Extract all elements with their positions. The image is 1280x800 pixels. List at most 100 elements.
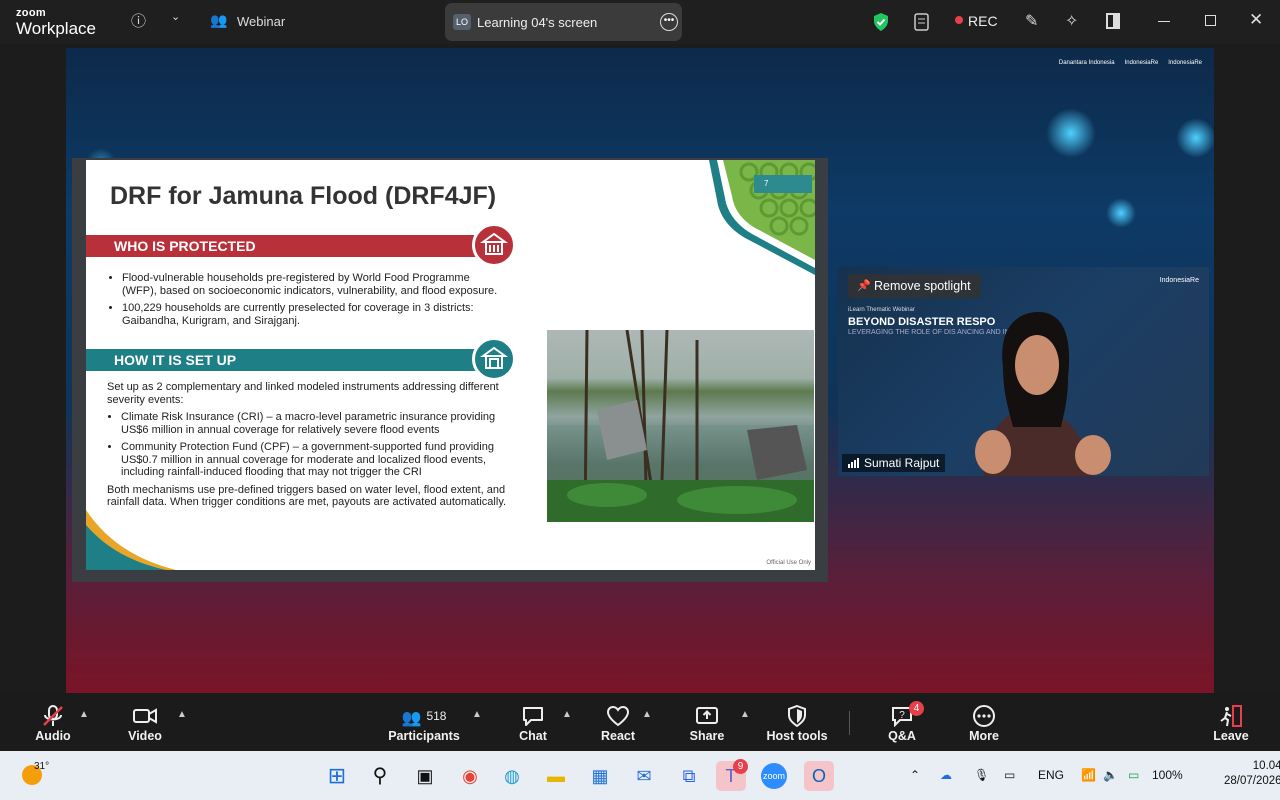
notes-icon[interactable] <box>913 12 931 32</box>
bank-icon <box>472 337 516 381</box>
heart-icon <box>606 705 630 727</box>
title-bar: zoom Workplace ⓘ ⌄ 👥 Webinar LO Learning… <box>0 0 1280 44</box>
brand-line2: Workplace <box>16 19 96 38</box>
video-button[interactable]: Video <box>124 693 166 751</box>
more-icon[interactable]: ••• <box>660 13 678 31</box>
section2-intro: Set up as 2 complementary and linked mod… <box>107 381 499 406</box>
language-indicator[interactable]: ENG <box>1038 768 1064 782</box>
battery-icon[interactable]: ▭ <box>1128 768 1139 782</box>
chat-icon <box>523 707 543 726</box>
pin-icon: 📌 <box>857 280 871 292</box>
pen-icon[interactable]: ✎ <box>1025 11 1038 31</box>
chevron-down-icon[interactable]: ⌄ <box>171 10 180 23</box>
task-view-icon[interactable]: ▣ <box>410 761 440 791</box>
chrome-icon[interactable]: ◉ <box>455 761 485 791</box>
share-title: Learning 04's screen <box>477 15 598 30</box>
leave-button[interactable]: Leave <box>1212 693 1250 751</box>
more-icon <box>973 705 995 727</box>
speaker-video[interactable]: IndonesiaRe iLearn Thematic Webinar BEYO… <box>838 267 1209 476</box>
volume-icon[interactable]: 🔈 <box>1103 768 1118 782</box>
video-options-caret[interactable]: ▲ <box>177 709 187 720</box>
indonesiare-logo: IndonesiaRe <box>1124 60 1159 66</box>
clock-date: 28/07/2026 <box>1224 775 1280 787</box>
shield-icon <box>788 705 806 727</box>
share-screen-icon <box>696 707 718 724</box>
slide-title: DRF for Jamuna Flood (DRF4JF) <box>110 182 497 210</box>
microphone-icon[interactable]: 🎙 <box>974 768 989 782</box>
mail-icon[interactable]: ✉ <box>629 761 659 791</box>
svg-text:?: ? <box>899 710 905 721</box>
more-label: More <box>969 729 999 743</box>
edge-icon[interactable]: ◍ <box>497 761 527 791</box>
corner-swoosh <box>86 510 176 570</box>
brand-line1: zoom <box>16 7 46 19</box>
host-tools-button[interactable]: Host tools <box>764 693 830 751</box>
store-icon[interactable]: ▦ <box>585 761 615 791</box>
video-label: Video <box>128 729 162 743</box>
audio-button[interactable]: Audio <box>30 693 76 751</box>
speaker-name: Sumati Rajput <box>864 456 940 470</box>
remove-spotlight-button[interactable]: 📌 Remove spotlight <box>848 274 981 298</box>
meeting-type-label: Webinar <box>237 14 286 29</box>
battery-level: 100% <box>1152 768 1183 782</box>
video-logo: IndonesiaRe <box>1159 277 1199 284</box>
indonesiare-logo-2: IndonesiaRe <box>1168 60 1202 66</box>
participants-label: Participants <box>388 729 460 743</box>
weather-temp: 31° <box>34 761 50 772</box>
start-icon[interactable]: ⊞ <box>322 761 352 791</box>
share-indicator[interactable]: LO Learning 04's screen ••• <box>445 3 682 41</box>
host-tools-label: Host tools <box>766 729 828 743</box>
react-button[interactable]: React <box>598 693 638 751</box>
slide-page-number: 7 <box>754 175 812 193</box>
share-options-caret[interactable]: ▲ <box>740 709 750 720</box>
share-label: Share <box>689 729 725 743</box>
react-label: React <box>600 729 636 743</box>
react-options-caret[interactable]: ▲ <box>642 709 652 720</box>
clock[interactable]: 10.04 28/07/2026 <box>1224 759 1280 789</box>
leave-label: Leave <box>1213 729 1249 743</box>
shield-icon[interactable] <box>872 12 890 32</box>
chat-label: Chat <box>519 729 547 743</box>
camera-icon <box>133 708 157 724</box>
chevron-up-icon[interactable]: ⌃ <box>910 768 920 782</box>
file-explorer-icon[interactable]: ▬ <box>541 761 571 791</box>
remove-spotlight-label: Remove spotlight <box>874 279 971 293</box>
onedrive-icon[interactable]: ☁ <box>940 768 952 782</box>
remote-desktop-icon[interactable]: ⧉ <box>674 761 704 791</box>
clock-time: 10.04 <box>1252 760 1280 772</box>
sparkle-icon[interactable]: ✧ <box>1065 11 1078 31</box>
leave-icon <box>1220 705 1242 727</box>
more-button[interactable]: More <box>966 693 1002 751</box>
panel-icon[interactable] <box>1106 13 1120 29</box>
section-band-setup: HOW IT IS SET UP <box>86 349 486 371</box>
list-item: Climate Risk Insurance (CRI) – a macro-l… <box>121 411 507 436</box>
rec-label[interactable]: REC <box>968 13 998 29</box>
audio-options-caret[interactable]: ▲ <box>79 709 89 720</box>
section2-outro: Both mechanisms use pre-defined triggers… <box>107 483 507 509</box>
search-icon[interactable]: ⚲ <box>365 761 395 791</box>
close-icon[interactable]: ✕ <box>1249 10 1263 30</box>
chat-options-caret[interactable]: ▲ <box>562 709 572 720</box>
display-icon[interactable]: ▭ <box>1004 768 1015 782</box>
participants-options-caret[interactable]: ▲ <box>472 709 482 720</box>
speaker-name-tag: Sumati Rajput <box>842 454 946 472</box>
rec-icon <box>955 16 963 24</box>
zoom-icon[interactable]: zoom <box>761 763 787 789</box>
presentation-slide: 7 DRF for Jamuna Flood (DRF4JF) WHO IS P… <box>86 160 815 570</box>
teams-badge: 9 <box>733 759 748 774</box>
chat-button[interactable]: Chat <box>514 693 552 751</box>
info-icon[interactable]: ⓘ <box>131 10 146 31</box>
list-item: Flood-vulnerable households pre-register… <box>122 272 503 297</box>
participants-button[interactable]: 👥 518 Participants <box>388 693 460 751</box>
section-band-protected: WHO IS PROTECTED <box>86 235 486 257</box>
restore-icon[interactable] <box>1205 15 1216 26</box>
meeting-toolbar: Audio ▲ Video ▲ 👥 518 Participants ▲ Cha… <box>0 693 1280 751</box>
signal-icon <box>848 458 859 468</box>
flood-photo <box>547 330 814 522</box>
wifi-icon[interactable]: 📶 <box>1081 768 1096 782</box>
toolbar-divider <box>849 711 850 735</box>
os-taskbar: 31° ⊞ ⚲ ▣ ◉ ◍ ▬ ▦ ✉ ⧉ T 9 zoom O ⌃ ☁ 🎙 ▭… <box>0 751 1280 800</box>
share-button[interactable]: Share <box>688 693 726 751</box>
minimize-icon[interactable] <box>1158 21 1170 22</box>
outlook-icon[interactable]: O <box>804 761 834 791</box>
